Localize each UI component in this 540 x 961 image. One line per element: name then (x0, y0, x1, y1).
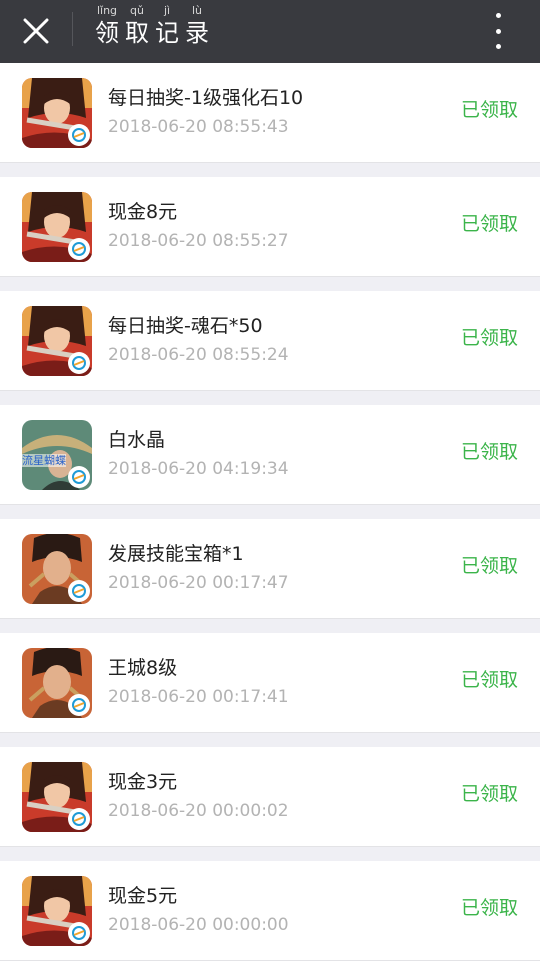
reward-name: 王城8级 (108, 657, 178, 679)
tencent-badge-icon (68, 124, 90, 146)
record-list: 每日抽奖-1级强化石10 2018-06-20 08:55:43 已领取 现金8元 2… (0, 63, 540, 961)
list-item[interactable]: 流星蝴蝶 白水晶 2018-06-20 04:19:34 已领取 (0, 405, 540, 505)
status-badge: 已领取 (460, 555, 518, 577)
header-divider (72, 12, 73, 46)
game-icon-female-warrior (22, 306, 92, 376)
game-icon-female-warrior (22, 78, 92, 148)
game-icon-female-warrior (22, 192, 92, 262)
reward-name: 每日抽奖-魂石*50 (108, 315, 263, 337)
reward-name: 每日抽奖-1级强化石10 (108, 87, 304, 109)
status-badge: 已领取 (460, 669, 518, 691)
reward-name: 白水晶 (108, 429, 166, 451)
tencent-badge-icon (68, 466, 90, 488)
tencent-badge-icon (68, 238, 90, 260)
title-char: jì 记 (155, 4, 179, 48)
reward-time: 2018-06-20 08:55:27 (108, 231, 289, 251)
reward-time: 2018-06-20 00:00:00 (108, 915, 289, 935)
icon-overlay-text: 流星蝴蝶 (22, 454, 66, 467)
game-icon-female-warrior (22, 876, 92, 946)
reward-name: 现金3元 (108, 771, 178, 793)
status-badge: 已领取 (460, 99, 518, 121)
list-item[interactable]: 每日抽奖-魂石*50 2018-06-20 08:55:24 已领取 (0, 291, 540, 391)
list-item[interactable]: 王城8级 2018-06-20 00:17:41 已领取 (0, 633, 540, 733)
status-badge: 已领取 (460, 783, 518, 805)
game-icon-swordsman-hat: 流星蝴蝶 (22, 420, 92, 490)
reward-time: 2018-06-20 00:17:47 (108, 573, 289, 593)
status-badge: 已领取 (460, 327, 518, 349)
tencent-badge-icon (68, 694, 90, 716)
game-icon-male-warrior (22, 648, 92, 718)
title-char: lǐng 领 (95, 4, 119, 48)
reward-time: 2018-06-20 04:19:34 (108, 459, 289, 479)
reward-name: 现金8元 (108, 201, 178, 223)
page-title: lǐng 领 qǔ 取 jì 记 lù 录 (92, 5, 212, 49)
tencent-badge-icon (68, 922, 90, 944)
more-vertical-icon (495, 13, 501, 49)
title-char: lù 录 (185, 4, 209, 48)
game-icon-female-warrior (22, 762, 92, 832)
list-item[interactable]: 每日抽奖-1级强化石10 2018-06-20 08:55:43 已领取 (0, 63, 540, 163)
list-item[interactable]: 现金3元 2018-06-20 00:00:02 已领取 (0, 747, 540, 847)
reward-name: 发展技能宝箱*1 (108, 543, 244, 565)
close-button[interactable] (14, 11, 58, 51)
close-icon (23, 18, 49, 44)
reward-name: 现金5元 (108, 885, 178, 907)
list-item[interactable]: 现金8元 2018-06-20 08:55:27 已领取 (0, 177, 540, 277)
status-badge: 已领取 (460, 897, 518, 919)
status-badge: 已领取 (460, 441, 518, 463)
title-char: qǔ 取 (125, 4, 149, 48)
list-item[interactable]: 发展技能宝箱*1 2018-06-20 00:17:47 已领取 (0, 519, 540, 619)
more-button[interactable] (484, 13, 512, 49)
tencent-badge-icon (68, 808, 90, 830)
tencent-badge-icon (68, 352, 90, 374)
top-bar: lǐng 领 qǔ 取 jì 记 lù 录 (0, 0, 540, 63)
reward-time: 2018-06-20 08:55:24 (108, 345, 289, 365)
reward-time: 2018-06-20 08:55:43 (108, 117, 289, 137)
status-badge: 已领取 (460, 213, 518, 235)
reward-time: 2018-06-20 00:17:41 (108, 687, 289, 707)
game-icon-male-warrior (22, 534, 92, 604)
tencent-badge-icon (68, 580, 90, 602)
list-item[interactable]: 现金5元 2018-06-20 00:00:00 已领取 (0, 861, 540, 961)
reward-time: 2018-06-20 00:00:02 (108, 801, 289, 821)
